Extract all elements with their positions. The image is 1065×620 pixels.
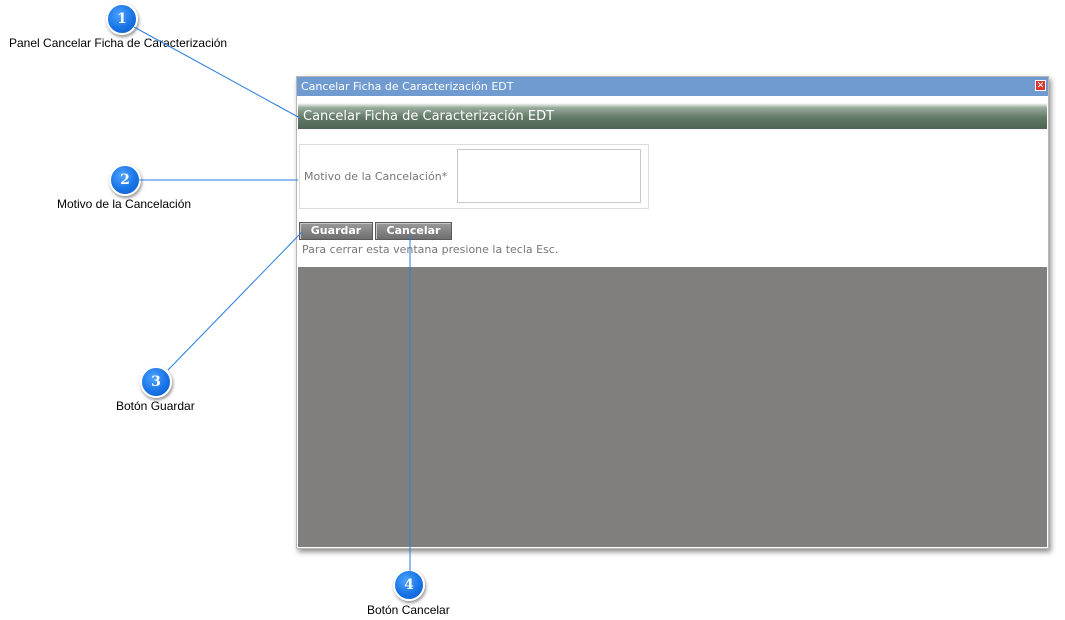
callout-caption-3: Botón Guardar: [116, 399, 195, 413]
callout-badge-3: 3: [140, 366, 172, 398]
callout-badge-2: 2: [109, 164, 141, 196]
dialog-titlebar[interactable]: Cancelar Ficha de Caracterización EDT ✕: [297, 77, 1048, 96]
cancellation-reason-label: Motivo de la Cancelación*: [304, 170, 448, 183]
esc-hint-text: Para cerrar esta ventana presione la tec…: [302, 243, 559, 256]
cancellation-form: Motivo de la Cancelación*: [299, 144, 649, 209]
cancellation-reason-input[interactable]: [457, 149, 641, 203]
leader-line-3: [167, 231, 303, 371]
save-button[interactable]: Guardar: [299, 222, 373, 240]
callout-caption-1: Panel Cancelar Ficha de Caracterización: [9, 36, 228, 50]
modal-overlay-area: [298, 267, 1047, 547]
panel-title: Cancelar Ficha de Caracterización EDT: [298, 103, 1047, 129]
close-icon[interactable]: ✕: [1035, 80, 1046, 91]
callout-badge-1: 1: [106, 3, 138, 35]
cancel-sheet-dialog: Cancelar Ficha de Caracterización EDT ✕ …: [296, 76, 1049, 549]
callout-badge-4: 4: [393, 569, 425, 601]
callout-caption-2: Motivo de la Cancelación: [57, 197, 192, 211]
dialog-title: Cancelar Ficha de Caracterización EDT: [301, 80, 514, 93]
cancel-button[interactable]: Cancelar: [375, 222, 452, 240]
callout-caption-4: Botón Cancelar: [367, 603, 450, 617]
